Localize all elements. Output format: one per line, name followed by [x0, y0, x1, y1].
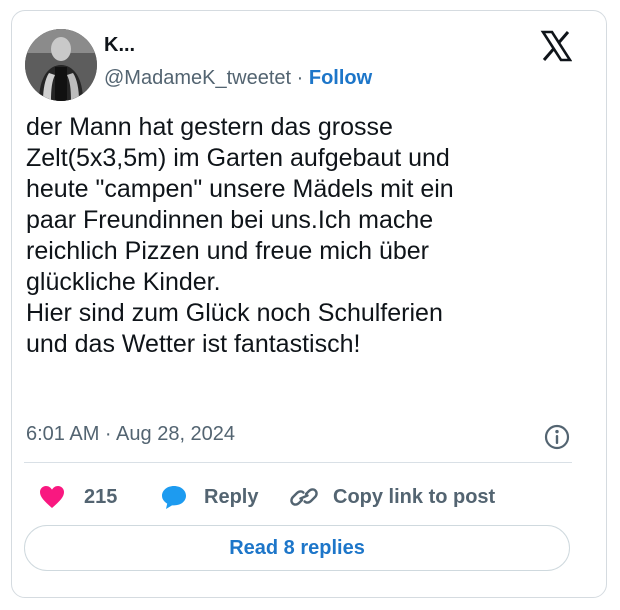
info-icon[interactable]: [543, 423, 571, 451]
reply-label: Reply: [204, 485, 259, 508]
author-handle-line: @MadameK_tweetet · Follow: [104, 67, 372, 90]
avatar[interactable]: [25, 29, 97, 101]
link-icon: [290, 488, 318, 506]
tweet-text: der Mann hat gestern das grosse Zelt(5x3…: [26, 113, 454, 358]
author-handle[interactable]: @MadameK_tweetet: [104, 67, 291, 89]
x-logo-icon[interactable]: [540, 30, 572, 62]
follow-button[interactable]: Follow: [309, 67, 372, 89]
tweet-timestamp[interactable]: 6:01 AM · Aug 28, 2024: [26, 423, 235, 446]
author-name[interactable]: K...: [104, 34, 135, 57]
action-bar: 215 Reply Copy link to post: [0, 482, 620, 512]
read-replies-button[interactable]: Read 8 replies: [24, 525, 570, 571]
speech-bubble-icon: [162, 486, 186, 509]
like-count: 215: [84, 485, 118, 508]
like-button[interactable]: 215: [38, 482, 117, 512]
copy-link-label: Copy link to post: [333, 485, 496, 508]
divider: [24, 462, 572, 463]
heart-icon: [40, 486, 64, 508]
separator-dot: ·: [296, 67, 304, 89]
reply-button[interactable]: Reply: [160, 482, 258, 512]
copy-link-button[interactable]: Copy link to post: [289, 482, 495, 512]
